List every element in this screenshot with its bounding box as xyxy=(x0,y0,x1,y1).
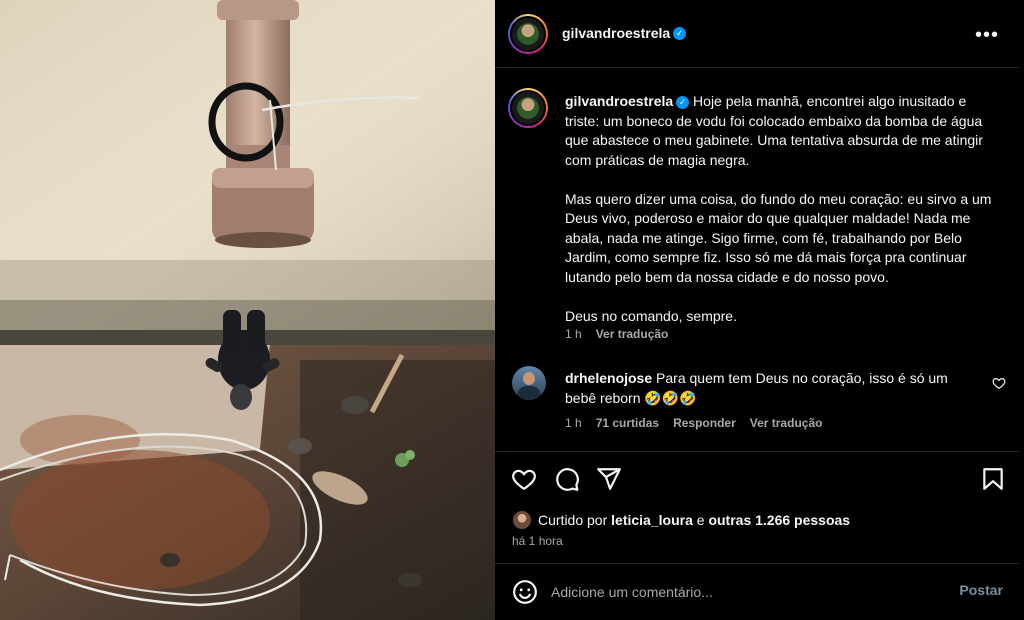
caption-time: 1 h xyxy=(565,327,582,341)
commenter-avatar[interactable] xyxy=(512,366,546,400)
comment-input[interactable] xyxy=(551,580,931,604)
commenter-username[interactable]: drhelenojose xyxy=(565,370,652,386)
more-options-icon[interactable]: ••• xyxy=(975,24,999,47)
author-username[interactable]: gilvandroestrela xyxy=(562,25,670,41)
caption-meta: 1 h Ver tradução xyxy=(565,327,682,341)
post-caption: gilvandroestrela ✓ Hoje pela manhã, encon… xyxy=(565,92,995,326)
post-photo xyxy=(0,0,495,620)
likes-summary: Curtido por leticia_loura e outras 1.266… xyxy=(512,510,850,530)
comment-reply-link[interactable]: Responder xyxy=(673,416,736,430)
caption-paragraph-3: Deus no comando, sempre. xyxy=(565,307,737,324)
caption-author-avatar[interactable] xyxy=(508,88,548,128)
author-avatar[interactable] xyxy=(508,14,548,54)
actions-divider xyxy=(495,451,1019,452)
emoji-icon[interactable] xyxy=(512,579,538,605)
share-icon[interactable] xyxy=(596,466,622,492)
verified-badge-icon: ✓ xyxy=(673,27,687,41)
comment-icon[interactable] xyxy=(554,466,580,492)
comment-meta: 1 h 71 curtidas Responder Ver tradução xyxy=(565,416,836,430)
caption-paragraph-2: Mas quero dizer uma coisa, do fundo do m… xyxy=(565,190,992,285)
likes-others[interactable]: outras 1.266 pessoas xyxy=(708,512,850,528)
comment-translate-link[interactable]: Ver tradução xyxy=(750,416,823,430)
comment-like-icon[interactable] xyxy=(992,376,1006,390)
likes-middle: e xyxy=(696,512,705,528)
liker-username[interactable]: leticia_loura xyxy=(611,512,693,528)
caption-translate-link[interactable]: Ver tradução xyxy=(596,327,669,341)
comment-likes-count[interactable]: 71 curtidas xyxy=(596,416,659,430)
comment: drhelenojose Para quem tem Deus no coraç… xyxy=(565,369,975,408)
comment-time: 1 h xyxy=(565,416,582,430)
add-comment-bar: Postar xyxy=(495,564,1019,620)
caption-author-username[interactable]: gilvandroestrela xyxy=(565,93,673,109)
bookmark-icon[interactable] xyxy=(980,466,1006,492)
likes-prefix: Curtido por xyxy=(538,512,608,528)
post-header: gilvandroestrela ✓ ••• xyxy=(495,0,1019,68)
liker-avatar[interactable] xyxy=(512,510,532,530)
heart-icon[interactable] xyxy=(511,466,537,492)
post-comment-button[interactable]: Postar xyxy=(959,582,1003,598)
post-time-ago: há 1 hora xyxy=(512,534,563,548)
author-name-row: gilvandroestrela ✓ xyxy=(562,25,687,43)
verified-badge-icon: ✓ xyxy=(676,95,690,109)
